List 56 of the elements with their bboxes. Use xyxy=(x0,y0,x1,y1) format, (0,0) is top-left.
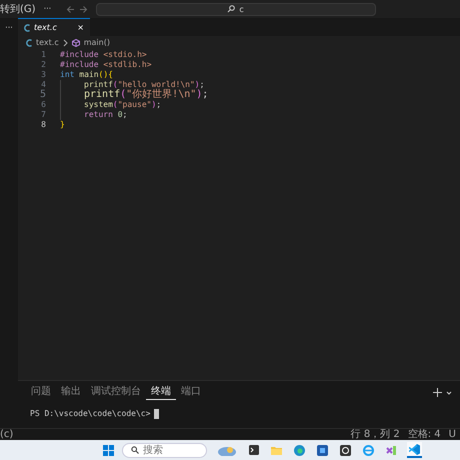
code-editor-icon[interactable] xyxy=(409,444,420,454)
code-line: #include <stdlib.h> xyxy=(60,60,152,70)
status-item[interactable]: 空格: 4 xyxy=(408,429,441,440)
store-icon[interactable] xyxy=(317,444,328,456)
close-button[interactable]: × xyxy=(77,22,84,34)
panel-tab[interactable]: 输出 xyxy=(56,385,86,400)
code-line: int main(){ xyxy=(60,70,113,80)
chevron-down-icon[interactable] xyxy=(446,390,452,396)
status-item[interactable]: 行 8，列 2 xyxy=(350,429,400,440)
line-number: 5 xyxy=(38,90,47,100)
search-field[interactable]: c xyxy=(96,2,376,16)
search-icon xyxy=(227,5,236,13)
forward-icon[interactable] xyxy=(78,4,88,14)
more-button[interactable]: ··· xyxy=(0,22,18,34)
line-number: 1 xyxy=(40,50,47,60)
panel-tab[interactable]: 端口 xyxy=(176,385,206,400)
panel-tab[interactable]: 终端 xyxy=(146,385,176,400)
code-line: } xyxy=(60,120,65,130)
terminal-prompt: PS D:\vscode\code\code\c> xyxy=(30,408,150,420)
tab-label: text.c xyxy=(34,22,57,34)
camera-icon[interactable] xyxy=(340,444,351,456)
search-icon xyxy=(131,446,139,454)
breadcrumb-item[interactable]: text.c xyxy=(36,37,59,49)
search-text: c xyxy=(239,4,244,14)
search-input[interactable]: 搜索 xyxy=(143,444,205,456)
code-line: printf("hello world!\n"); xyxy=(84,80,204,89)
line-number: 4 xyxy=(40,80,47,90)
breadcrumb-item[interactable]: main() xyxy=(84,37,110,49)
browser-icon[interactable] xyxy=(363,444,374,456)
more-button[interactable]: ··· xyxy=(44,3,52,15)
code-line: system("pause"); xyxy=(84,100,162,110)
search-field[interactable]: 搜索 xyxy=(122,442,207,458)
editor-tab[interactable]: text.c × xyxy=(18,18,90,36)
line-number: 2 xyxy=(40,60,47,70)
code-line: return 0; xyxy=(84,110,128,120)
weather-icon[interactable] xyxy=(217,444,237,456)
terminal-cursor xyxy=(154,409,160,419)
code-line: #include <stdio.h> xyxy=(60,50,147,60)
terminal-icon[interactable] xyxy=(249,444,259,456)
line-number: 3 xyxy=(40,70,47,80)
line-number: 7 xyxy=(40,110,47,120)
back-icon[interactable] xyxy=(66,4,75,14)
cube-icon xyxy=(72,39,80,47)
code-line: printf("你好世界!\n"); xyxy=(84,90,208,100)
chevron-icon xyxy=(62,39,68,47)
panel-tab[interactable]: 调试控制台 xyxy=(86,385,146,400)
app-icon[interactable] xyxy=(386,444,397,456)
menu-item[interactable]: 转到(G) xyxy=(0,2,36,16)
line-number: 8 xyxy=(40,120,47,130)
plus-icon[interactable] xyxy=(433,388,442,397)
browser-icon[interactable] xyxy=(294,444,305,456)
status-item[interactable]: U xyxy=(448,429,456,440)
windows-icon[interactable] xyxy=(103,444,114,456)
panel-tab[interactable]: 问题 xyxy=(26,385,56,400)
line-number: 6 xyxy=(40,100,47,110)
status-item[interactable]: (c) xyxy=(0,429,14,440)
